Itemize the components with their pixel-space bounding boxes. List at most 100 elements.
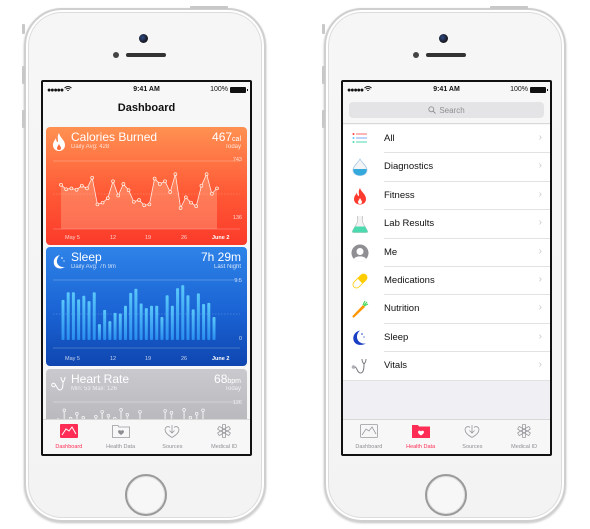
x-tick-label: 12 [110,356,117,362]
list-item-label: Nutrition [384,303,420,315]
iphone-left: ●●●●● 9:41 AM 100% Dashboard Calories Bu… [22,6,266,522]
calories-point [64,187,69,192]
sleep-bar [129,292,133,340]
tab-bar: Dashboard Health Data Sources Medical ID [43,419,250,454]
volume-up-button [22,66,25,84]
heart-rate-point [106,414,111,418]
iphone-right: ●●●●● 9:41 AM 100% Search All › Diagnost… [322,6,566,522]
calories-point [132,199,136,204]
medical-star-icon [217,424,231,438]
list-item-nutrition[interactable]: Nutrition › [343,295,550,325]
tab-sources[interactable]: Sources [447,420,499,454]
search-input[interactable]: Search [349,102,544,118]
volume-down-button [322,110,325,128]
list-item-fitness[interactable]: Fitness › [343,182,550,211]
sleep-card[interactable]: Sleep Daily Avg: 7h 9m 7h 29m Last Night… [46,247,247,366]
volume-down-button [22,110,25,128]
calories-point [215,186,219,191]
card-when: Today [224,144,241,150]
x-tick-label: 12 [110,235,117,241]
card-subtitle: Min: 53 Max: 126 [71,386,118,392]
chevron-right-icon: › [538,245,542,257]
tab-label: Dashboard [355,444,383,450]
heart-rate-point [94,414,98,419]
heart-download-icon [165,425,180,438]
list-item-medications[interactable]: Medications › [343,267,550,296]
sleep-bar [108,321,112,340]
sleep-bar [186,295,190,340]
chevron-right-icon: › [538,273,542,285]
list-item-vitals[interactable]: Vitals › [343,352,550,381]
sleep-bar [212,317,216,340]
calories-point [116,193,120,198]
sleep-bar [207,302,211,340]
mute-switch [22,24,25,34]
list-item-sleep[interactable]: Sleep › [343,324,550,353]
list-item-diagnostics[interactable]: Diagnostics › [343,153,550,183]
tab-medical-id[interactable]: Medical ID [498,420,550,454]
list-item-label: Diagnostics [384,161,434,173]
earpiece-speaker [126,53,166,57]
sleep-bar [118,313,122,340]
x-tick-label: May 5 [65,235,80,241]
calories-point [79,183,84,188]
dashboard-chart-icon [359,424,378,438]
category-list: All › Diagnostics › Fitness › Lab Result… [343,125,550,381]
calories-point [173,172,178,176]
sleep-bar [150,305,154,340]
card-value: 467cal [212,130,241,144]
tab-dashboard[interactable]: Dashboard [343,420,395,454]
tab-medical-id[interactable]: Medical ID [198,420,250,454]
sleep-bar [165,295,169,340]
chevron-right-icon: › [538,188,542,200]
empty-area [343,381,550,419]
power-button [190,6,228,9]
sleep-bar [66,292,70,340]
tab-dashboard[interactable]: Dashboard [43,420,95,454]
calories-point [184,195,188,200]
x-tick-label: June 2 [212,235,230,241]
card-subtitle: Daily Avg: 428 [71,144,110,150]
x-tick-label: May 5 [65,356,80,362]
x-tick-label: 26 [181,235,188,241]
list-item-label: Me [384,246,398,258]
status-bar: ●●●●● 9:41 AM 100% [343,82,550,98]
tab-health-data[interactable]: Health Data [95,420,147,454]
card-value: 68bpm [214,372,241,386]
search-bar-container: Search [343,98,550,124]
flask-icon [352,216,368,234]
list-item-all[interactable]: All › [343,125,550,154]
heart-rate-point [194,412,199,416]
earpiece-speaker [426,53,466,57]
card-title: Sleep [71,250,102,264]
home-button[interactable] [125,474,167,516]
sleep-bar [61,299,65,340]
front-camera [439,34,448,43]
stethoscope-icon [51,376,66,391]
tab-health-data[interactable]: Health Data [395,420,447,454]
calories-point [163,179,167,184]
page-title: Dashboard [117,102,176,114]
card-title: Heart Rate [71,372,130,386]
heart-rate-point [100,410,104,414]
tab-label: Health Data [406,444,436,450]
home-button[interactable] [425,474,467,516]
calories-card[interactable]: Calories Burned Daily Avg: 428 467cal To… [46,127,247,245]
medical-star-icon [517,424,531,438]
card-value-unit: cal [232,136,241,143]
list-item-me[interactable]: Me › [343,239,550,268]
water-drop-icon [352,158,368,177]
calories-point [194,204,198,208]
y-max-label: 126 [232,400,242,406]
card-subtitle: Daily Avg: 7h 9m [71,264,116,270]
sleep-bar [103,309,107,340]
tab-label: Dashboard [55,444,83,450]
pill-icon [352,273,368,289]
sleep-bar [160,317,164,340]
tab-sources[interactable]: Sources [147,420,199,454]
battery-percent: 100% [210,86,228,93]
chevron-right-icon: › [538,217,542,229]
list-item-lab-results[interactable]: Lab Results › [343,210,550,239]
sleep-bar [181,285,185,340]
y-max-label: 743 [232,157,242,163]
